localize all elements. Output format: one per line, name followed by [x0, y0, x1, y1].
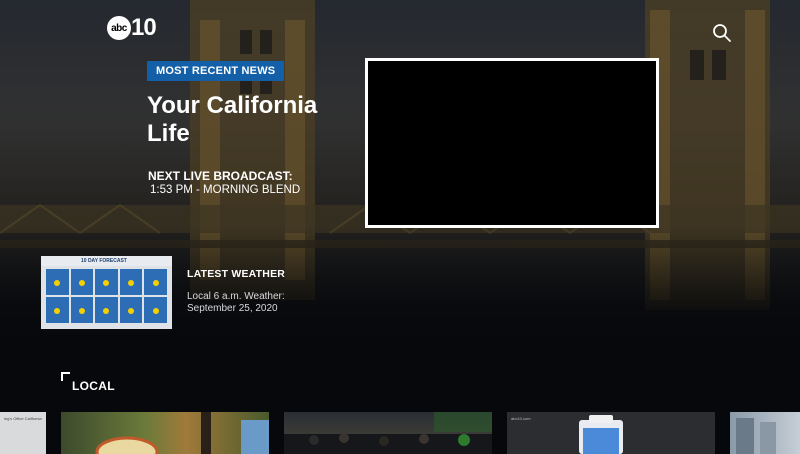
section-corner-icon [61, 372, 70, 381]
logo-number: 10 [131, 14, 157, 41]
forecast-day [46, 297, 69, 323]
forecast-day [119, 297, 143, 323]
latest-weather-title[interactable]: LATEST WEATHER [187, 268, 285, 280]
forecast-day [70, 269, 94, 295]
sun-icon [103, 308, 110, 314]
most-recent-news-badge: MOST RECENT NEWS [147, 61, 285, 81]
forecast-day [95, 269, 118, 295]
forecast-grid [41, 266, 172, 326]
storefront-thumbnail [95, 412, 269, 454]
sun-icon [54, 280, 61, 286]
card-caption: ing's Office California [4, 416, 42, 421]
forecast-day [119, 269, 143, 295]
section-title-local: LOCAL [72, 379, 115, 393]
video-player[interactable] [365, 58, 659, 228]
forecast-header: 10 DAY FORECAST [41, 256, 172, 266]
sun-icon [128, 308, 135, 314]
latest-weather-subtitle: Local 6 a.m. Weather: September 25, 2020 [187, 291, 285, 314]
sun-icon [152, 280, 159, 286]
sun-icon [128, 280, 135, 286]
video-card[interactable]: abc10.com [507, 412, 715, 454]
sun-icon [78, 308, 85, 314]
forecast-day [46, 269, 69, 295]
forecast-day [95, 297, 118, 323]
weather-thumbnail[interactable]: 10 DAY FORECAST [41, 256, 172, 329]
search-icon[interactable] [712, 23, 732, 43]
next-broadcast-label: NEXT LIVE BROADCAST: [148, 169, 293, 183]
building-thumbnail [736, 418, 776, 454]
next-broadcast-value: 1:53 PM - MORNING BLEND [150, 184, 301, 196]
local-video-rail: ing's Office California abc10.com [0, 412, 800, 454]
device-thumbnail [579, 415, 623, 454]
sun-icon [103, 280, 110, 286]
video-card[interactable] [61, 412, 269, 454]
forecast-day [144, 297, 167, 323]
hero-title[interactable]: Your California Life [147, 92, 357, 148]
video-card[interactable] [730, 412, 800, 454]
sun-icon [78, 280, 85, 286]
sun-icon [152, 308, 159, 314]
forecast-day [144, 269, 167, 295]
sun-icon [54, 308, 61, 314]
forecast-day [70, 297, 94, 323]
card-caption: abc10.com [511, 416, 531, 421]
abc-logo-mark: abc [107, 16, 131, 40]
abc10-logo[interactable]: abc 10 [107, 14, 157, 41]
video-card[interactable] [284, 412, 492, 454]
crowd-thumbnail [284, 412, 492, 454]
video-card[interactable]: ing's Office California [0, 412, 46, 454]
